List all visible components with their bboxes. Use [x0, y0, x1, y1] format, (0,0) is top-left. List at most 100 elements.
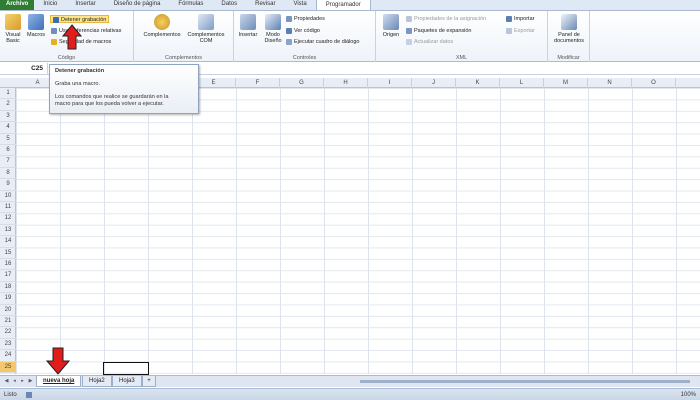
row-header[interactable]: 16: [0, 259, 16, 271]
column-header[interactable]: F: [236, 78, 280, 88]
modo-diseno-button[interactable]: Modo Diseño: [262, 14, 284, 44]
column-header[interactable]: I: [368, 78, 412, 88]
first-sheet-icon[interactable]: ◀: [3, 378, 10, 385]
red-arrow-up-icon: [62, 24, 82, 50]
tab-insertar[interactable]: Insertar: [66, 0, 104, 10]
row-header[interactable]: 17: [0, 270, 16, 282]
column-header[interactable]: H: [324, 78, 368, 88]
tab-revisar[interactable]: Revisar: [246, 0, 284, 10]
detener-grabacion-button[interactable]: Detener grabación: [50, 15, 110, 23]
row-header[interactable]: 4: [0, 122, 16, 134]
ribbon: Visual Basic Macros Detener grabación Us…: [0, 11, 700, 62]
stop-record-icon: [53, 16, 59, 23]
document-panel-icon: [561, 14, 577, 30]
red-arrow-down-icon: [46, 347, 70, 375]
tooltip: Detener grabación Graba una macro. Los c…: [49, 64, 199, 114]
excel-window: Archivo Inicio Insertar Diseño de página…: [0, 0, 700, 400]
view-code-icon: [286, 27, 292, 34]
complementos-com-button[interactable]: Complementos COM: [186, 14, 226, 44]
group-label-codigo: Código: [57, 55, 76, 61]
macros-button[interactable]: Macros: [25, 14, 47, 38]
row-header[interactable]: 3: [0, 111, 16, 123]
visual-basic-button[interactable]: Visual Basic: [2, 14, 24, 44]
tab-formulas[interactable]: Fórmulas: [169, 0, 212, 10]
group-label-controles: Controles: [292, 55, 317, 61]
group-modificar: Panel de documentos Modificar: [548, 11, 590, 62]
complementos-button[interactable]: Complementos: [140, 14, 184, 38]
next-sheet-icon[interactable]: ▸: [19, 378, 26, 385]
insert-sheet-icon[interactable]: +: [142, 376, 156, 387]
propiedades-asignacion-button[interactable]: Propiedades de la asignación: [406, 15, 486, 23]
insertar-control-button[interactable]: Insertar: [236, 14, 260, 38]
map-properties-icon: [406, 15, 412, 22]
prev-sheet-icon[interactable]: ◂: [11, 378, 18, 385]
propiedades-button[interactable]: Propiedades: [286, 15, 325, 23]
row-header[interactable]: 10: [0, 191, 16, 202]
last-sheet-icon[interactable]: ▶: [27, 378, 34, 385]
spreadsheet-grid[interactable]: ABCDEFGHIJKLMNO 123456789101112131415161…: [0, 78, 700, 374]
column-header[interactable]: J: [412, 78, 456, 88]
zoom-level: 100%: [680, 392, 696, 398]
horizontal-scrollbar[interactable]: [360, 380, 690, 383]
gear-icon: [154, 14, 170, 30]
row-header[interactable]: 23: [0, 339, 16, 351]
tab-vista[interactable]: Vista: [284, 0, 315, 10]
row-header[interactable]: 18: [0, 282, 16, 294]
expansion-pack-icon: [406, 27, 412, 34]
sheet-tab-hoja3[interactable]: Hoja3: [112, 376, 142, 387]
row-header[interactable]: 9: [0, 179, 16, 191]
row-header[interactable]: 14: [0, 236, 16, 248]
column-header[interactable]: G: [280, 78, 324, 88]
row-header[interactable]: 19: [0, 293, 16, 305]
relative-ref-icon: [51, 27, 57, 34]
origen-button[interactable]: Origen: [380, 14, 402, 38]
cell-area[interactable]: [16, 88, 700, 374]
row-header[interactable]: 11: [0, 202, 16, 214]
row-header[interactable]: 6: [0, 145, 16, 157]
exportar-button[interactable]: Exportar: [506, 27, 535, 35]
row-headers: 1 2 3 4 5 6 7 8 9 10 11 12 13 14 15 16 17 18 19 20 21 22 23 24 2…: [0, 88, 16, 374]
group-controles: Insertar Modo Diseño Propiedades Ver cód…: [234, 11, 376, 62]
tab-inicio[interactable]: Inicio: [34, 0, 66, 10]
row-header[interactable]: 2: [0, 99, 16, 111]
row-header[interactable]: 8: [0, 168, 16, 180]
row-header[interactable]: 13: [0, 225, 16, 237]
column-header[interactable]: L: [500, 78, 544, 88]
actualizar-datos-button[interactable]: Actualizar datos: [406, 38, 453, 46]
row-header[interactable]: 5: [0, 134, 16, 145]
refresh-icon: [406, 38, 412, 45]
row-header[interactable]: 22: [0, 327, 16, 339]
column-header[interactable]: K: [456, 78, 500, 88]
macros-icon: [28, 14, 44, 30]
tab-programador[interactable]: Programador: [315, 0, 371, 10]
row-header[interactable]: 20: [0, 305, 16, 316]
name-box[interactable]: C25: [0, 63, 48, 75]
tab-archivo[interactable]: Archivo: [0, 0, 35, 10]
column-header[interactable]: O: [632, 78, 676, 88]
sheet-tab-hoja2[interactable]: Hoja2: [82, 376, 112, 387]
row-header[interactable]: 25: [0, 361, 16, 373]
macro-record-icon[interactable]: [26, 392, 32, 398]
row-header[interactable]: 12: [0, 213, 16, 225]
column-header[interactable]: M: [544, 78, 588, 88]
row-header[interactable]: 21: [0, 316, 16, 328]
panel-documentos-button[interactable]: Panel de documentos: [550, 14, 588, 44]
tab-diseno-pagina[interactable]: Diseño de página: [105, 0, 170, 10]
row-header[interactable]: 1: [0, 88, 16, 100]
tab-datos[interactable]: Datos: [212, 0, 246, 10]
paquetes-expansion-button[interactable]: Paquetes de expansión: [406, 27, 472, 35]
row-header[interactable]: 15: [0, 248, 16, 259]
ejecutar-cuadro-button[interactable]: Ejecutar cuadro de diálogo: [286, 38, 359, 46]
warning-icon: [51, 38, 57, 45]
importar-button[interactable]: Importar: [506, 15, 534, 23]
properties-icon: [286, 15, 292, 22]
visual-basic-icon: [5, 14, 21, 30]
row-header[interactable]: 7: [0, 156, 16, 168]
tooltip-line: Los comandos que realice se guardarán en…: [55, 94, 169, 100]
status-bar: Listo 100%: [0, 388, 700, 400]
group-xml: Origen Propiedades de la asignación Paqu…: [376, 11, 548, 62]
ver-codigo-button[interactable]: Ver código: [286, 27, 320, 35]
sheet-tab-nueva-hoja[interactable]: nueva hoja: [36, 376, 82, 387]
row-header[interactable]: 24: [0, 350, 16, 362]
column-header[interactable]: N: [588, 78, 632, 88]
